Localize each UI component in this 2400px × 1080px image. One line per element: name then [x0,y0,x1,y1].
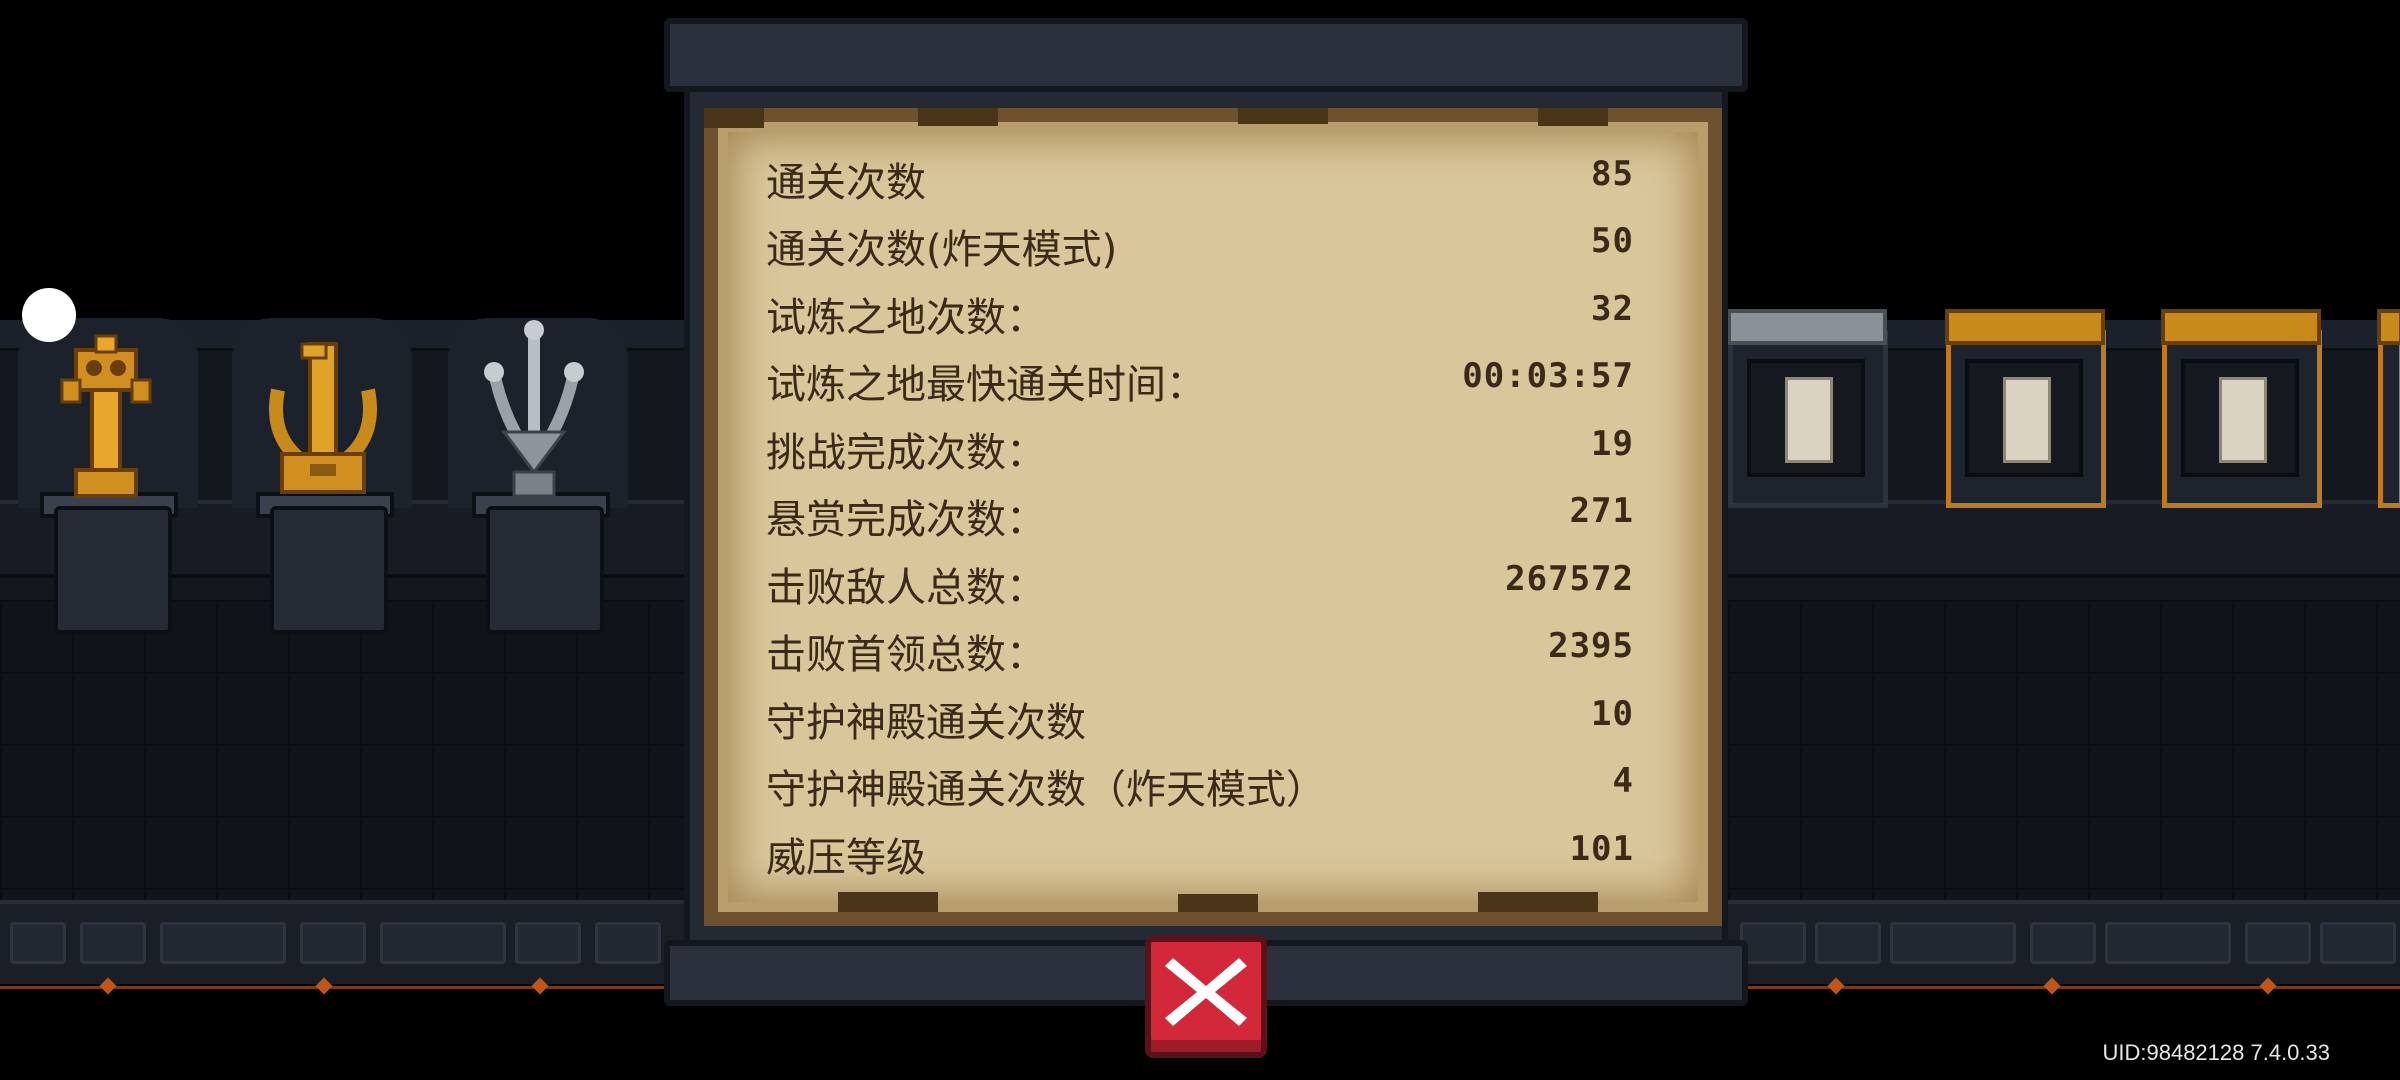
stat-row-temple-badass: 守护神殿通关次数（炸天模式） 4 [766,753,1634,813]
achievement-frame-gold[interactable] [2161,309,2322,508]
frame-header [1945,309,2105,345]
scroll-top-roller [664,18,1748,92]
stat-value: 32 [1591,289,1634,329]
pedestal [270,506,388,634]
stat-label: 击败首领总数： [766,632,1046,678]
stat-row-enemies: 击败敌人总数： 267572 [766,551,1634,611]
achievement-card-icon [1785,377,1833,463]
stat-label: 击败敌人总数： [766,565,1046,611]
stat-value: 19 [1591,424,1634,464]
stat-label: 通关次数 [766,160,926,206]
stat-row-bounties: 悬赏完成次数： 271 [766,483,1634,543]
stat-label: 守护神殿通关次数 [766,700,1086,746]
achievement-frame-gold[interactable] [1945,309,2106,508]
silver-plant-trophy-icon[interactable] [474,312,594,506]
stat-label: 试炼之地最快通关时间： [766,362,1206,408]
stat-row-trial-fastest: 试炼之地最快通关时间： 00:03:57 [766,348,1634,408]
frame-header [2161,309,2321,345]
stat-row-trial-count: 试炼之地次数： 32 [766,281,1634,341]
stat-label: 挑战完成次数： [766,430,1046,476]
stat-value: 101 [1569,829,1634,869]
stat-label: 威压等级 [766,835,926,881]
frame-header [2377,309,2400,345]
achievement-frame-gold[interactable] [2377,309,2400,508]
stat-value: 85 [1591,154,1634,194]
stat-row-pressure-level: 威压等级 101 [766,821,1634,881]
stat-value: 2395 [1548,626,1634,666]
stat-value: 267572 [1505,559,1634,599]
stat-label: 悬赏完成次数： [766,497,1046,543]
stat-row-challenges: 挑战完成次数： 19 [766,416,1634,476]
pedestal [486,506,604,634]
stat-label: 守护神殿通关次数（炸天模式） [766,767,1326,813]
stat-value: 50 [1591,221,1634,261]
achievement-card-icon [2003,377,2051,463]
touch-indicator [22,288,76,342]
stat-row-temple: 守护神殿通关次数 10 [766,686,1634,746]
achievement-card-icon [2219,377,2267,463]
pedestal [54,506,172,634]
laurel-number-one-trophy-icon[interactable] [258,330,388,506]
stat-value: 4 [1612,761,1634,801]
frame-header [1727,309,1887,345]
stat-label: 试炼之地次数： [766,295,1046,341]
stat-value: 10 [1591,694,1634,734]
gold-robot-trophy-icon[interactable] [56,330,156,506]
stat-label: 通关次数(炸天模式) [766,227,1118,273]
uid-version-label: UID:98482128 7.4.0.33 [2102,1040,2330,1065]
close-button[interactable] [1145,936,1267,1058]
stat-value: 00:03:57 [1462,356,1634,396]
close-x-icon [1165,958,1247,1026]
stat-value: 271 [1569,491,1634,531]
achievement-frame-silver[interactable] [1727,309,1888,508]
stat-row-bosses: 击败首领总数： 2395 [766,618,1634,678]
stat-row-clears: 通关次数 85 [766,146,1634,206]
stat-row-clears-badass: 通关次数(炸天模式) 50 [766,213,1634,273]
